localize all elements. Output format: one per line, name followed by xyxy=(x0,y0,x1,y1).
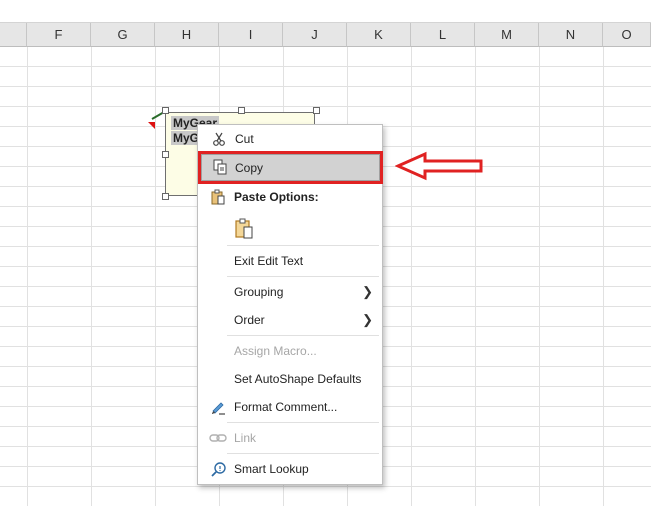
menu-item-format-comment[interactable]: Format Comment... xyxy=(197,394,381,420)
format-brush-icon xyxy=(209,398,227,416)
grid-line xyxy=(411,47,412,506)
menu-separator xyxy=(227,335,379,336)
menu-item-copy[interactable]: Copy xyxy=(198,151,383,184)
comment-indicator xyxy=(148,122,155,129)
menu-item-grouping[interactable]: Grouping ❯ xyxy=(197,279,381,305)
clipboard-icon xyxy=(209,188,227,206)
menu-item-link: Link xyxy=(197,425,381,451)
search-icon xyxy=(209,460,227,478)
menu-item-assign-macro: Assign Macro... xyxy=(197,338,381,364)
menu-item-label: Exit Edit Text xyxy=(234,254,304,268)
grid-line xyxy=(539,47,540,506)
copy-icon xyxy=(212,159,230,177)
menu-item-label: Assign Macro... xyxy=(234,344,317,358)
grid-line xyxy=(475,47,476,506)
menu-item-exit-edit-text[interactable]: Exit Edit Text xyxy=(197,248,381,274)
column-header-k[interactable]: K xyxy=(347,23,411,47)
menu-separator xyxy=(227,276,379,277)
menu-item-set-autoshape-defaults[interactable]: Set AutoShape Defaults xyxy=(197,366,381,392)
resize-handle[interactable] xyxy=(162,107,169,114)
column-header-j[interactable]: J xyxy=(283,23,347,47)
column-header-l[interactable]: L xyxy=(411,23,475,47)
column-header-m[interactable]: M xyxy=(475,23,539,47)
menu-separator xyxy=(227,422,379,423)
chevron-right-icon: ❯ xyxy=(362,284,373,299)
menu-item-label: Cut xyxy=(235,132,254,146)
menu-item-label: Grouping xyxy=(234,285,284,299)
column-header-h[interactable]: H xyxy=(155,23,219,47)
grid-line xyxy=(0,486,651,487)
menu-separator xyxy=(227,245,379,246)
column-header-blank xyxy=(0,23,27,47)
menu-separator xyxy=(227,453,379,454)
menu-section-paste-options: Paste Options: xyxy=(197,184,381,210)
menu-item-label: Smart Lookup xyxy=(234,462,309,476)
scissors-icon xyxy=(210,130,228,148)
chevron-right-icon: ❯ xyxy=(362,312,373,327)
menu-item-smart-lookup[interactable]: Smart Lookup xyxy=(197,456,381,482)
grid-line xyxy=(0,106,651,107)
menu-item-label: Paste Options: xyxy=(234,190,319,204)
link-icon xyxy=(209,429,227,447)
menu-item-cut[interactable]: Cut xyxy=(198,126,382,152)
column-header-i[interactable]: I xyxy=(219,23,283,47)
column-header-n[interactable]: N xyxy=(539,23,603,47)
annotation-arrow-icon xyxy=(395,151,483,181)
menu-item-label: Link xyxy=(234,431,257,445)
grid-line xyxy=(27,47,28,506)
menu-item-order[interactable]: Order ❯ xyxy=(197,307,381,333)
column-header-g[interactable]: G xyxy=(91,23,155,47)
grid-line xyxy=(0,86,651,87)
menu-item-label: Order xyxy=(234,313,265,327)
resize-handle[interactable] xyxy=(313,107,320,114)
clipboard-icon xyxy=(233,218,257,245)
menu-item-label: Set AutoShape Defaults xyxy=(234,372,362,386)
grid-line xyxy=(0,66,651,67)
resize-handle[interactable] xyxy=(162,193,169,200)
grid-line xyxy=(91,47,92,506)
grid-line xyxy=(603,47,604,506)
column-header-f[interactable]: F xyxy=(27,23,91,47)
menu-item-label: Format Comment... xyxy=(234,400,338,414)
spreadsheet-area[interactable]: F G H I J K L M N O MyGear MyG Cut Copy … xyxy=(0,0,651,506)
column-header-o[interactable]: O xyxy=(603,23,651,47)
formula-bar-edge xyxy=(0,0,651,23)
resize-handle[interactable] xyxy=(238,107,245,114)
resize-handle[interactable] xyxy=(162,151,169,158)
paste-keep-source-button[interactable] xyxy=(233,217,259,243)
menu-item-label: Copy xyxy=(235,161,264,175)
